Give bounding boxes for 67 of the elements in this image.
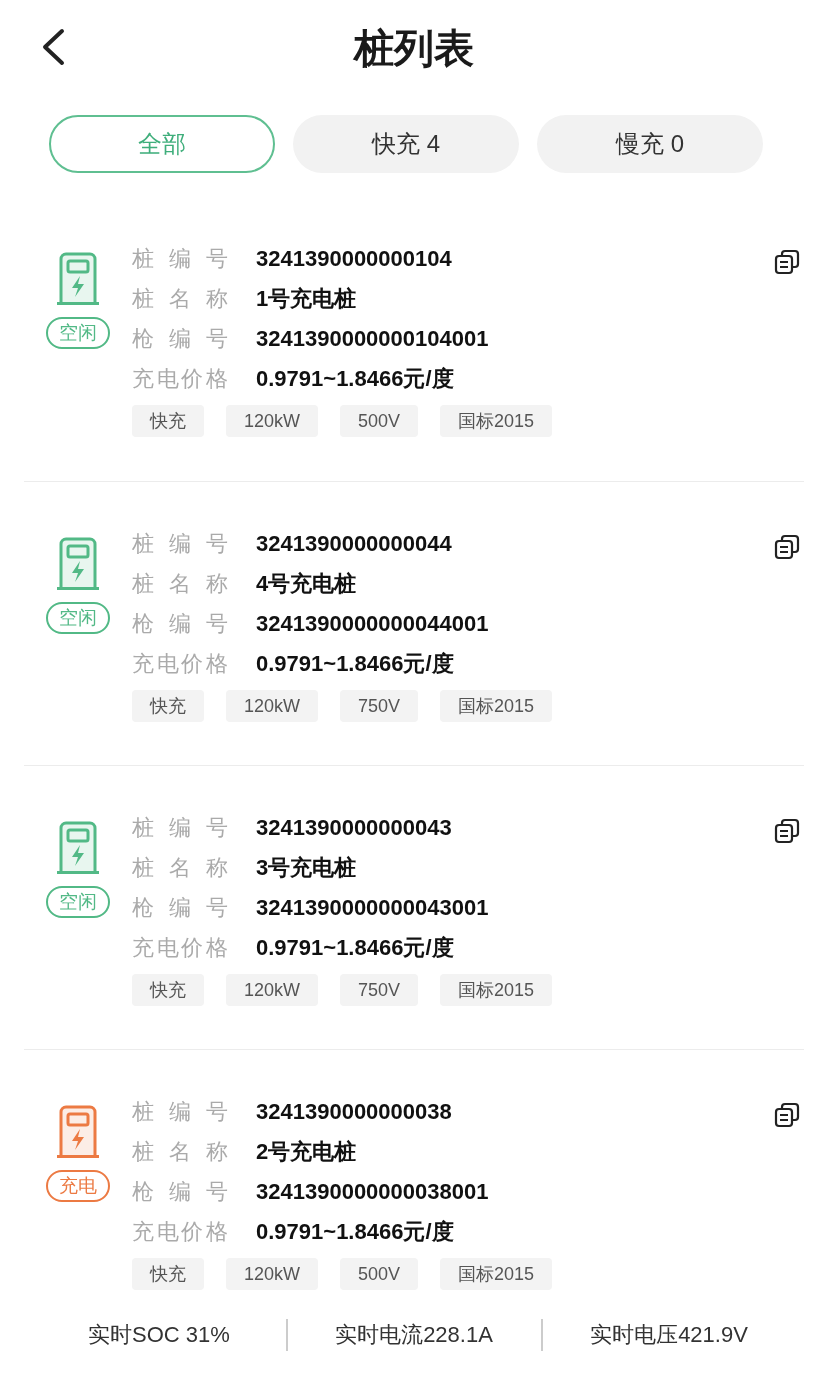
- charger-icon: [55, 536, 101, 592]
- field-value: 1号充电桩: [256, 284, 357, 313]
- spec-tag: 国标2015: [440, 405, 553, 437]
- spec-tag: 国标2015: [440, 1258, 553, 1290]
- charger-icon: [55, 820, 101, 876]
- field-label: 枪编号: [132, 893, 228, 922]
- copy-icon[interactable]: [774, 534, 800, 560]
- spec-tag: 120kW: [226, 690, 319, 722]
- status-badge: 空闲: [46, 602, 110, 634]
- field-label: 桩名称: [132, 284, 228, 313]
- spec-tag: 120kW: [226, 974, 319, 1006]
- filter-tab[interactable]: 快充 4: [293, 115, 519, 173]
- status-badge: 空闲: [46, 886, 110, 918]
- realtime-reading: 实时SOC 31%: [87, 1321, 231, 1349]
- field-label: 桩名称: [132, 569, 228, 598]
- field-label: 枪编号: [132, 1177, 228, 1206]
- field-value: 0.9791~1.8466元/度: [256, 933, 454, 962]
- charger-icon: [55, 1104, 101, 1160]
- field-value: 4号充电桩: [256, 569, 357, 598]
- field-value: 3241390000000038: [256, 1097, 452, 1126]
- field-label: 充电价格: [132, 933, 228, 962]
- field-value: 3241390000000044: [256, 529, 452, 558]
- field-value: 3241390000000043: [256, 813, 452, 842]
- field-label: 枪编号: [132, 324, 228, 353]
- field-value: 3241390000000104: [256, 244, 452, 273]
- field-label: 充电价格: [132, 364, 228, 393]
- field-label: 桩名称: [132, 853, 228, 882]
- status-badge: 空闲: [46, 317, 110, 349]
- spec-tag: 快充: [132, 1258, 204, 1290]
- field-value: 3241390000000043001: [256, 893, 489, 922]
- spec-tag: 120kW: [226, 405, 319, 437]
- charger-icon: [55, 251, 101, 307]
- spec-tag: 500V: [340, 1258, 419, 1290]
- spec-tag: 国标2015: [440, 690, 553, 722]
- field-label: 桩编号: [132, 1097, 228, 1126]
- realtime-reading: 实时电流228.1A: [334, 1321, 494, 1349]
- field-label: 桩编号: [132, 813, 228, 842]
- status-badge: 充电: [46, 1170, 110, 1202]
- field-value: 0.9791~1.8466元/度: [256, 649, 454, 678]
- field-label: 桩编号: [132, 529, 228, 558]
- field-value: 3号充电桩: [256, 853, 357, 882]
- field-label: 充电价格: [132, 1217, 228, 1246]
- field-label: 枪编号: [132, 609, 228, 638]
- field-value: 3241390000000044001: [256, 609, 489, 638]
- back-icon[interactable]: [40, 28, 66, 66]
- spec-tag: 国标2015: [440, 974, 553, 1006]
- spec-tag: 快充: [132, 974, 204, 1006]
- field-label: 充电价格: [132, 649, 228, 678]
- field-value: 3241390000000104001: [256, 324, 489, 353]
- spec-tag: 750V: [340, 690, 419, 722]
- spec-tag: 750V: [340, 974, 419, 1006]
- field-value: 0.9791~1.8466元/度: [256, 1217, 454, 1246]
- spec-tag: 快充: [132, 405, 204, 437]
- field-label: 桩编号: [132, 244, 228, 273]
- field-value: 3241390000000038001: [256, 1177, 489, 1206]
- spec-tag: 120kW: [226, 1258, 319, 1290]
- spec-tag: 快充: [132, 690, 204, 722]
- filter-tab[interactable]: 慢充 0: [537, 115, 763, 173]
- field-value: 2号充电桩: [256, 1137, 357, 1166]
- copy-icon[interactable]: [774, 1102, 800, 1128]
- spec-tag: 500V: [340, 405, 419, 437]
- field-label: 桩名称: [132, 1137, 228, 1166]
- field-value: 0.9791~1.8466元/度: [256, 364, 454, 393]
- page-title: 桩列表: [354, 24, 474, 72]
- copy-icon[interactable]: [774, 818, 800, 844]
- realtime-reading: 实时电压421.9V: [589, 1321, 749, 1349]
- copy-icon[interactable]: [774, 249, 800, 275]
